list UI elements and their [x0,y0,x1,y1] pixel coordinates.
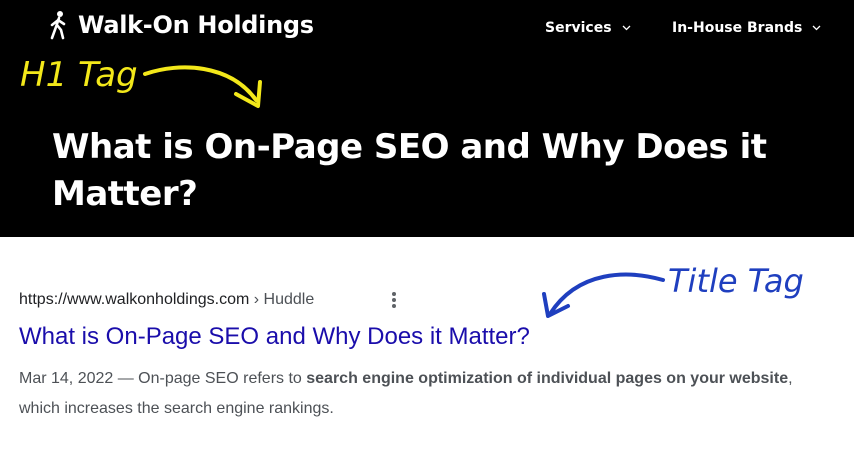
nav-services-label: Services [545,20,612,36]
chevron-down-icon [812,25,821,31]
logo-text: Walk-On Holdings [78,11,314,39]
walking-person-icon [50,11,66,40]
result-url-crumb: Huddle [263,291,315,308]
more-options-icon[interactable] [387,290,401,310]
result-snippet: Mar 14, 2022 — On-page SEO refers to sea… [19,364,829,424]
nav-in-house-brands[interactable]: In-House Brands [672,20,821,36]
h1-tag-annotation: H1 Tag [20,55,138,95]
annotation-arrow-icon [143,65,262,108]
page-heading-h1: What is On-Page SEO and Why Does it Matt… [52,127,767,214]
result-url-domain: https://www.walkonholdings.com [19,291,250,308]
snippet-bold: search engine optimization of individual… [306,370,789,387]
result-title-link[interactable]: What is On-Page SEO and Why Does it Matt… [19,323,530,351]
result-url-separator: › [249,291,264,308]
title-tag-annotation: Title Tag [668,262,804,300]
snippet-dash: — [113,370,139,387]
snippet-text-1: On-page SEO refers to [138,370,307,387]
annotation-arrow-icon [542,272,665,318]
nav-brands-label: In-House Brands [672,20,803,36]
site-header-hero: Walk-On Holdings Services In-House Brand… [0,0,854,237]
snippet-date: Mar 14, 2022 [19,370,114,387]
chevron-down-icon [622,25,631,31]
result-url[interactable]: https://www.walkonholdings.com › Huddle [19,291,314,309]
nav-services[interactable]: Services [545,20,631,36]
site-logo[interactable]: Walk-On Holdings [48,10,314,40]
